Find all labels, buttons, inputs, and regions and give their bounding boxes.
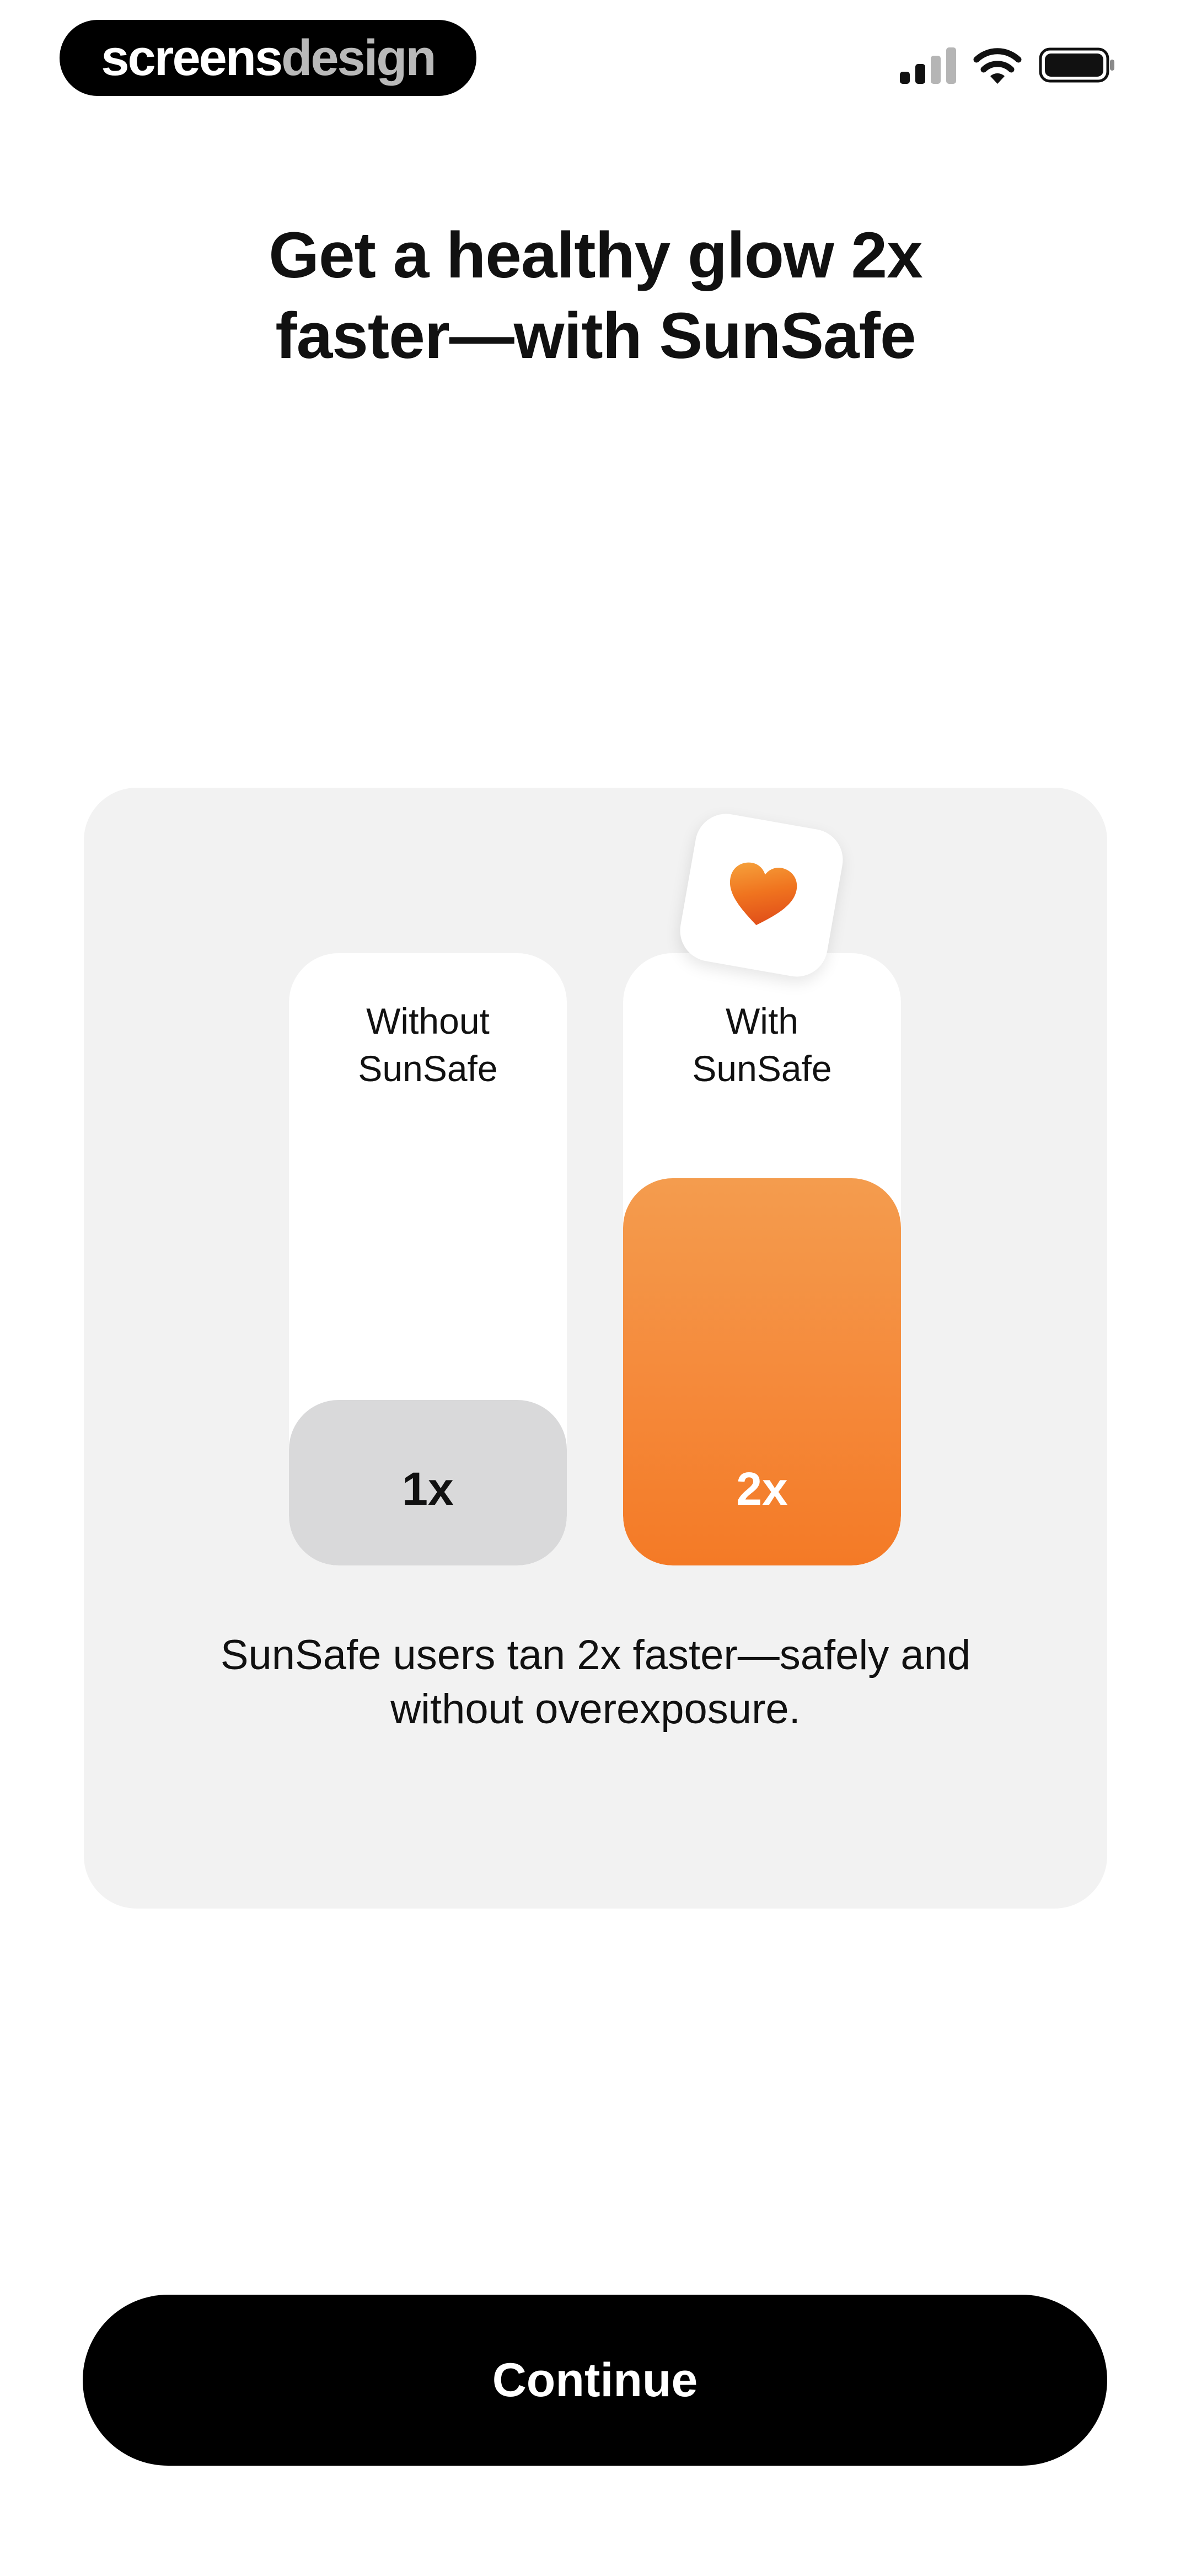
- logo-text-design: design: [281, 29, 436, 86]
- without-label-line-2: SunSafe: [358, 1048, 498, 1089]
- logo-text-screens: screens: [101, 29, 283, 86]
- battery-icon: [1039, 47, 1114, 83]
- title-line-2: faster—with SunSafe: [275, 300, 916, 372]
- screensdesign-logo: screens design: [60, 20, 476, 96]
- with-label-line-1: With: [726, 1001, 798, 1041]
- continue-button[interactable]: Continue: [83, 2295, 1107, 2466]
- heart-icon: [729, 862, 797, 926]
- with-sunsafe-value: 2x: [736, 1463, 788, 1515]
- signal-icon: [900, 47, 956, 84]
- title-line-1: Get a healthy glow 2x: [269, 219, 923, 292]
- without-label-line-1: Without: [366, 1001, 490, 1041]
- without-sunsafe-bar: 1x: [289, 1400, 567, 1565]
- comparison-card: [84, 788, 1107, 1909]
- caption-line-1: SunSafe users tan 2x faster—safely and: [220, 1632, 971, 1679]
- comparison-caption: SunSafe users tan 2x faster—safely and w…: [143, 1628, 1048, 1736]
- without-sunsafe-value: 1x: [402, 1463, 454, 1515]
- with-sunsafe-column: With SunSafe 2x: [623, 953, 901, 1565]
- heart-badge: [675, 809, 848, 982]
- wifi-icon: [973, 48, 1022, 84]
- with-sunsafe-bar: 2x: [623, 1178, 901, 1565]
- without-sunsafe-column: Without SunSafe 1x: [289, 953, 567, 1565]
- page-title: Get a healthy glow 2x faster—with SunSaf…: [99, 215, 1092, 376]
- with-label-line-2: SunSafe: [692, 1048, 832, 1089]
- caption-line-2: without overexposure.: [390, 1686, 801, 1733]
- with-sunsafe-label: With SunSafe: [623, 997, 901, 1092]
- without-sunsafe-label: Without SunSafe: [289, 997, 567, 1092]
